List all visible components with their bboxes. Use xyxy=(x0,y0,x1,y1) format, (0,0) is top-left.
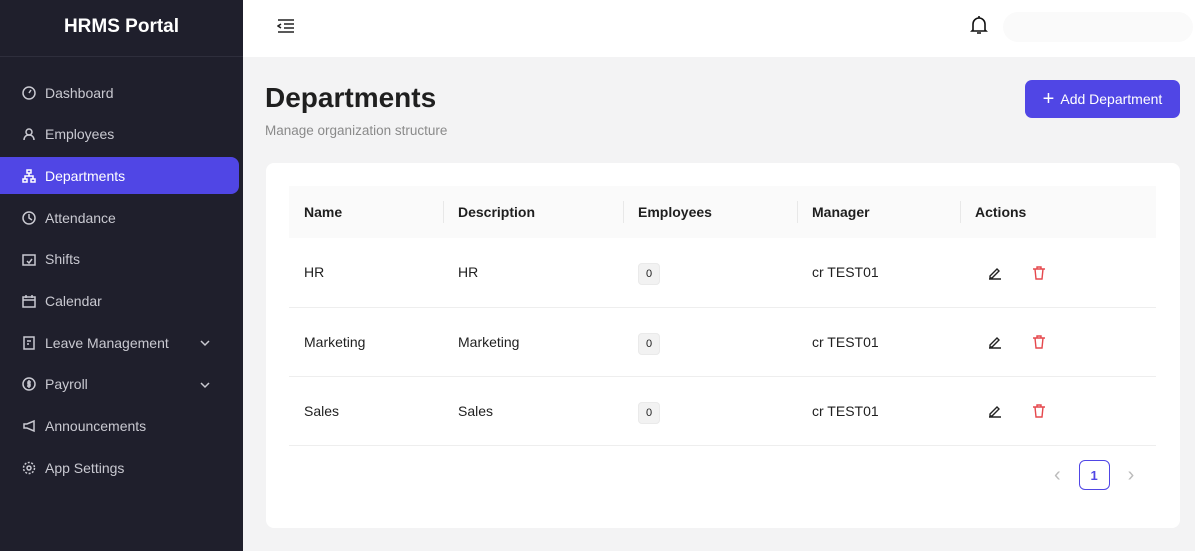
dashboard-icon xyxy=(22,85,36,100)
cell-name: Marketing xyxy=(289,307,443,377)
departments-card: Name Description Employees Manager Actio… xyxy=(266,163,1180,528)
departments-table: Name Description Employees Manager Actio… xyxy=(289,186,1156,446)
sidebar-item-label: Calendar xyxy=(45,292,102,309)
calendar-icon xyxy=(22,294,36,308)
table-row: HR HR 0 cr TEST01 xyxy=(289,238,1156,308)
chevron-down-icon[interactable] xyxy=(198,336,212,350)
cell-actions xyxy=(960,376,1156,446)
sidebar-item-label: Leave Management xyxy=(45,334,169,351)
sidebar-item-announcements[interactable]: Announcements xyxy=(0,408,239,445)
sidebar-item-label: Payroll xyxy=(45,376,88,393)
cell-employees: 0 xyxy=(623,376,797,446)
pagination: ‹ 1 › xyxy=(1054,460,1134,490)
column-header-description: Description xyxy=(443,186,623,238)
gear-icon xyxy=(22,461,36,474)
top-bar xyxy=(243,0,1195,57)
sidebar-item-label: Departments xyxy=(45,167,126,184)
employee-count-badge: 0 xyxy=(638,332,661,355)
org-chart-icon xyxy=(22,169,36,183)
column-header-manager: Manager xyxy=(797,186,960,238)
sidebar-item-label: Attendance xyxy=(45,209,116,226)
page-button-1[interactable]: 1 xyxy=(1078,460,1110,490)
sidebar-item-employees[interactable]: Employees xyxy=(0,116,239,153)
sidebar-item-departments[interactable]: Departments xyxy=(0,157,239,195)
cell-actions xyxy=(960,307,1156,377)
edit-icon[interactable] xyxy=(987,334,1003,350)
table-row: Sales Sales 0 cr TEST01 xyxy=(289,376,1156,446)
dollar-icon xyxy=(22,377,36,392)
users-icon xyxy=(23,128,35,141)
edit-icon[interactable] xyxy=(987,403,1003,419)
user-profile-blurred[interactable] xyxy=(1003,12,1193,42)
megaphone-icon xyxy=(23,419,35,433)
delete-icon[interactable] xyxy=(1031,334,1047,350)
add-department-button[interactable]: + Add Department xyxy=(1025,80,1180,118)
cell-manager: cr TEST01 xyxy=(797,376,960,446)
sidebar-item-calendar[interactable]: Calendar xyxy=(0,282,239,319)
sidebar-item-label: App Settings xyxy=(45,459,125,476)
employee-count-badge: 0 xyxy=(638,263,661,286)
column-header-name: Name xyxy=(289,186,443,238)
cell-name: HR xyxy=(289,238,443,308)
delete-icon[interactable] xyxy=(1031,265,1047,281)
sidebar-item-label: Employees xyxy=(45,126,115,143)
document-icon xyxy=(23,335,35,350)
clock-icon xyxy=(22,210,36,225)
page-title: Departments xyxy=(265,82,437,113)
sidebar-item-shifts[interactable]: Shifts xyxy=(0,241,239,278)
cell-description: HR xyxy=(443,238,623,308)
edit-icon[interactable] xyxy=(987,265,1003,281)
cell-employees: 0 xyxy=(623,238,797,308)
sidebar-item-app-settings[interactable]: App Settings xyxy=(0,449,239,486)
cell-description: Marketing xyxy=(443,307,623,377)
sidebar-item-dashboard[interactable]: Dashboard xyxy=(0,74,239,111)
app-title: HRMS Portal xyxy=(0,0,243,57)
sidebar-item-payroll[interactable]: Payroll xyxy=(0,366,239,403)
cell-actions xyxy=(960,238,1156,308)
sidebar: HRMS Portal Dashboard Employees Departme… xyxy=(0,0,243,551)
sidebar-item-leave-management[interactable]: Leave Management xyxy=(0,324,239,361)
table-row: Marketing Marketing 0 cr TEST01 xyxy=(289,307,1156,377)
add-department-label: Add Department xyxy=(1060,91,1163,107)
next-page-button[interactable]: › xyxy=(1128,464,1135,487)
sidebar-item-label: Announcements xyxy=(45,418,147,434)
cell-manager: cr TEST01 xyxy=(797,307,960,377)
collapse-menu-icon[interactable] xyxy=(277,18,295,34)
column-header-employees: Employees xyxy=(623,186,797,238)
prev-page-button[interactable]: ‹ xyxy=(1054,464,1061,487)
column-header-actions: Actions xyxy=(960,186,1156,238)
plus-icon: + xyxy=(1042,88,1055,110)
chevron-down-icon[interactable] xyxy=(198,378,212,392)
cell-manager: cr TEST01 xyxy=(797,238,960,308)
cell-name: Sales xyxy=(289,376,443,446)
sidebar-item-attendance[interactable]: Attendance xyxy=(0,199,239,236)
delete-icon[interactable] xyxy=(1031,403,1047,419)
page-subtitle: Manage organization structure xyxy=(265,123,448,138)
calendar-check-icon xyxy=(22,254,36,266)
bell-icon[interactable] xyxy=(970,15,988,35)
sidebar-item-label: Shifts xyxy=(45,251,81,268)
cell-employees: 0 xyxy=(623,307,797,377)
sidebar-item-label: Dashboard xyxy=(45,84,114,101)
cell-description: Sales xyxy=(443,376,623,446)
sidebar-nav: Dashboard Employees Departments Attendan… xyxy=(0,57,243,486)
employee-count-badge: 0 xyxy=(638,401,661,424)
